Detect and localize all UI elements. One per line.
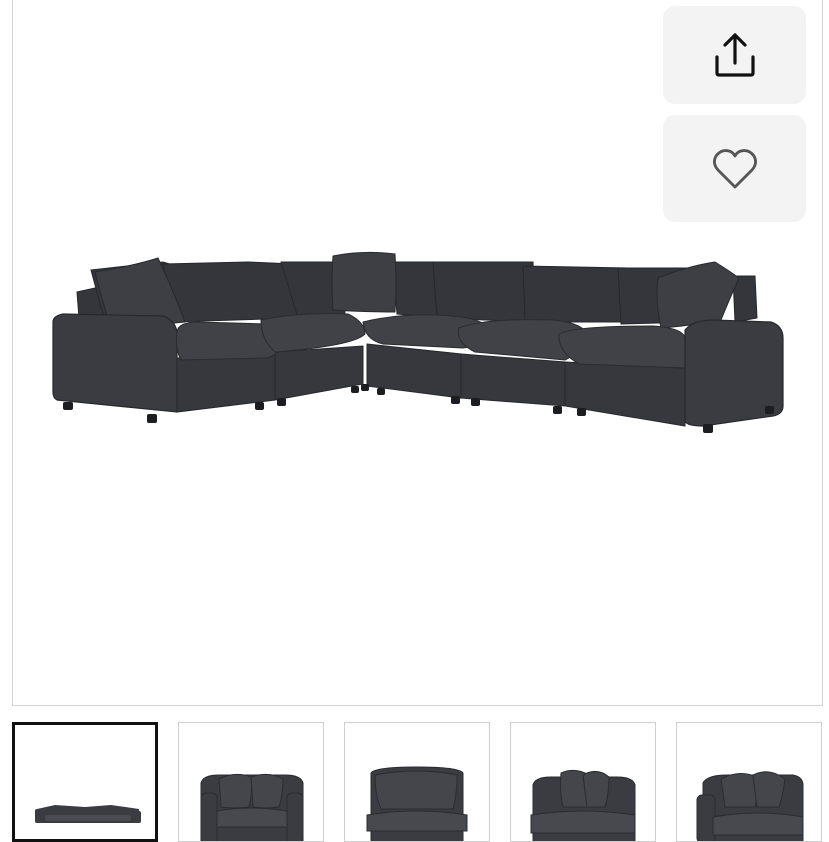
thumbnail-strip [12, 722, 823, 842]
product-image-viewer[interactable] [12, 0, 823, 706]
favorite-button[interactable] [663, 115, 806, 222]
share-upload-icon [714, 33, 755, 77]
thumbnail-armless-chair[interactable] [344, 722, 490, 842]
thumbnail-corner-chair[interactable] [510, 722, 656, 842]
thumbnail-armless-chair-with-pillows[interactable] [178, 722, 324, 842]
thumbnail-full-sectional[interactable] [12, 722, 158, 842]
share-button[interactable] [663, 6, 806, 104]
thumbnail-left-arm-chair[interactable] [676, 722, 822, 842]
product-image-sectional-sofa [52, 251, 784, 433]
heart-outline-icon [712, 148, 757, 188]
